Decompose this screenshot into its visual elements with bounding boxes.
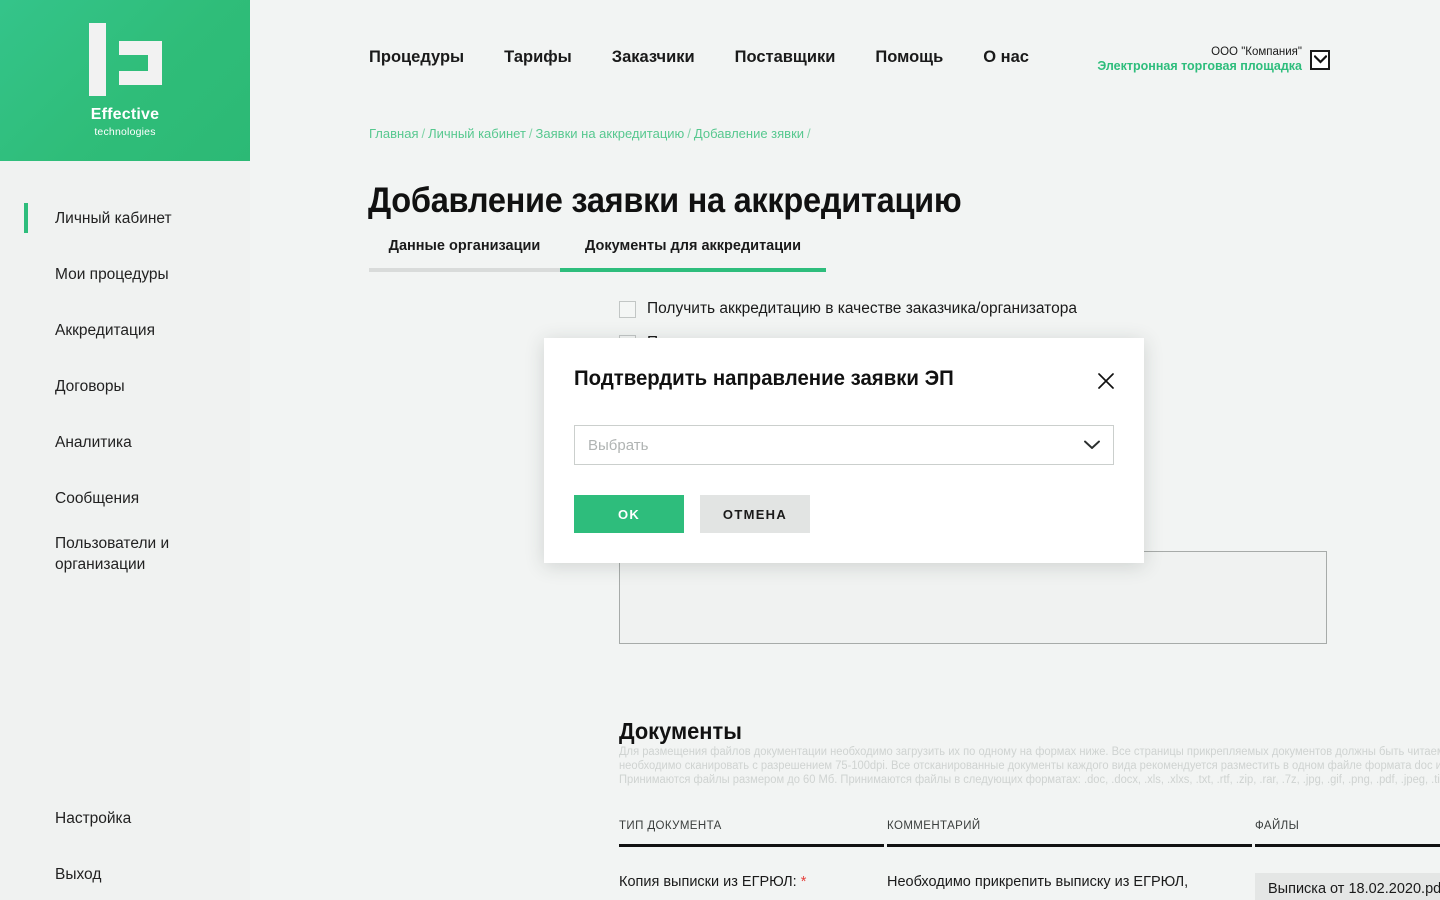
confirm-signature-dialog: Подтвердить направление заявки ЭП Выбрат… bbox=[544, 338, 1144, 563]
topnav-link-customers[interactable]: Заказчики bbox=[612, 48, 695, 67]
brand-subtitle: technologies bbox=[94, 125, 156, 138]
sidebar-item-label: Выход bbox=[55, 865, 102, 883]
topnav-link-suppliers[interactable]: Поставщики bbox=[735, 48, 836, 67]
top-navigation: Процедуры Тарифы Заказчики Поставщики По… bbox=[369, 48, 1029, 67]
sidebar-item-label: Договоры bbox=[55, 377, 125, 395]
app-root: Effective technologies Личный кабинет Мо… bbox=[0, 0, 1440, 900]
breadcrumb-item-home[interactable]: Главная bbox=[369, 126, 418, 141]
checkbox-customer-organizer[interactable] bbox=[619, 300, 636, 318]
effective-e-logo-icon bbox=[88, 23, 162, 97]
account-role-label: Электронная торговая площадка bbox=[1097, 59, 1302, 73]
cell-document-type: Копия выписки из ЕГРЮЛ: * bbox=[619, 873, 887, 900]
brand-name: Effective bbox=[90, 106, 160, 124]
page-title: Добавление заявки на аккредитацию bbox=[368, 181, 962, 221]
sidebar-item-accreditation[interactable]: Аккредитация bbox=[0, 302, 250, 358]
documents-upload-note: Для размещения файлов документации необх… bbox=[619, 745, 1440, 787]
documents-table: ТИП ДОКУМЕНТА КОММЕНТАРИЙ ФАЙЛЫ Копия вы… bbox=[619, 820, 1440, 900]
breadcrumb-separator: / bbox=[687, 126, 691, 141]
sidebar-item-users-and-organizations[interactable]: Пользователи и организации bbox=[0, 526, 250, 582]
cancel-button[interactable]: ОТМЕНА bbox=[700, 495, 810, 533]
sidebar-item-label: Аккредитация bbox=[55, 321, 155, 339]
dialog-title: Подтвердить направление заявки ЭП bbox=[574, 367, 954, 390]
sidebar-item-personal-account[interactable]: Личный кабинет bbox=[0, 190, 250, 246]
sidebar-item-analytics[interactable]: Аналитика bbox=[0, 414, 250, 470]
sidebar-item-contracts[interactable]: Договоры bbox=[0, 358, 250, 414]
sidebar-item-my-procedures[interactable]: Мои процедуры bbox=[0, 246, 250, 302]
sidebar-nav: Личный кабинет Мои процедуры Аккредитаци… bbox=[0, 190, 250, 582]
file-chip[interactable]: Выписка от 18.02.2020.pdf ✕ bbox=[1255, 873, 1440, 900]
statement-textarea[interactable] bbox=[619, 551, 1327, 644]
column-header-document-type: ТИП ДОКУМЕНТА bbox=[619, 820, 722, 832]
document-type-label: Копия выписки из ЕГРЮЛ: bbox=[619, 874, 797, 890]
table-row: Копия выписки из ЕГРЮЛ: * Необходимо при… bbox=[619, 847, 1440, 900]
topnav-link-about[interactable]: О нас bbox=[983, 48, 1029, 67]
ok-button[interactable]: OK bbox=[574, 495, 684, 533]
breadcrumb: Главная / Личный кабинет / Заявки на аккреди… bbox=[369, 126, 814, 141]
sidebar-item-label: Пользователи и организации bbox=[55, 535, 170, 573]
sidebar-item-label: Личный кабинет bbox=[55, 209, 172, 227]
cell-files: Выписка от 18.02.2020.pdf ✕ bbox=[1255, 873, 1440, 900]
topnav-link-tariffs[interactable]: Тарифы bbox=[504, 48, 572, 67]
sidebar-item-label: Мои процедуры bbox=[55, 265, 169, 283]
section-title-documents: Документы bbox=[619, 718, 742, 745]
sidebar-item-label: Сообщения bbox=[55, 489, 140, 507]
tab-organization-data[interactable]: Данные организации bbox=[369, 238, 560, 272]
breadcrumb-separator: / bbox=[528, 126, 533, 141]
breadcrumb-item-add-request[interactable]: Добавление зявки bbox=[694, 126, 804, 141]
table-header-row: ТИП ДОКУМЕНТА КОММЕНТАРИЙ ФАЙЛЫ bbox=[619, 820, 1440, 844]
sidebar-item-logout[interactable]: Выход bbox=[0, 846, 250, 900]
sidebar-item-settings[interactable]: Настройка bbox=[0, 790, 250, 846]
cell-comment: Необходимо прикрепить выписку из ЕГРЮЛ, bbox=[887, 874, 1189, 890]
required-asterisk: * bbox=[800, 874, 807, 890]
checkbox-row-customer-organizer[interactable]: Получить аккредитацию в качестве заказчи… bbox=[619, 300, 1077, 318]
column-header-files: ФАЙЛЫ bbox=[1255, 820, 1300, 832]
breadcrumb-separator: / bbox=[421, 126, 426, 141]
tab-accreditation-documents[interactable]: Документы для аккредитации bbox=[560, 238, 826, 272]
breadcrumb-item-personal-account[interactable]: Личный кабинет bbox=[428, 126, 526, 141]
sidebar-item-messages[interactable]: Сообщения bbox=[0, 470, 250, 526]
tab-bar: Данные организации Документы для аккреди… bbox=[369, 238, 829, 272]
sidebar: Effective technologies Личный кабинет Мо… bbox=[0, 0, 250, 900]
dialog-actions: OK ОТМЕНА bbox=[574, 495, 810, 533]
column-header-comment: КОММЕНТАРИЙ bbox=[887, 820, 981, 832]
breadcrumb-separator: / bbox=[807, 126, 811, 141]
chevron-down-icon bbox=[1084, 440, 1100, 450]
account-switcher[interactable]: ООО "Компания" Электронная торговая площ… bbox=[1097, 45, 1330, 74]
brand-header[interactable]: Effective technologies bbox=[0, 0, 250, 161]
topnav-link-help[interactable]: Помощь bbox=[875, 48, 943, 67]
certificate-select[interactable]: Выбрать bbox=[574, 425, 1114, 465]
sidebar-bottom-nav: Настройка Выход bbox=[0, 790, 250, 900]
sidebar-item-label: Аналитика bbox=[55, 433, 132, 451]
certificate-select-value: Выбрать bbox=[588, 436, 649, 454]
breadcrumb-item-accreditation-requests[interactable]: Заявки на аккредитацию bbox=[536, 126, 685, 141]
chevron-down-icon[interactable] bbox=[1310, 49, 1330, 70]
checkbox-label: Получить аккредитацию в качестве заказчи… bbox=[647, 300, 1077, 317]
sidebar-item-label: Настройка bbox=[55, 809, 132, 827]
topnav-link-procedures[interactable]: Процедуры bbox=[369, 48, 464, 67]
account-company-name: ООО "Компания" bbox=[1211, 46, 1302, 58]
close-icon[interactable] bbox=[1095, 370, 1117, 392]
account-text: ООО "Компания" Электронная торговая площ… bbox=[1097, 45, 1302, 74]
file-name: Выписка от 18.02.2020.pdf bbox=[1268, 881, 1440, 897]
table-header-rule bbox=[619, 844, 1440, 847]
